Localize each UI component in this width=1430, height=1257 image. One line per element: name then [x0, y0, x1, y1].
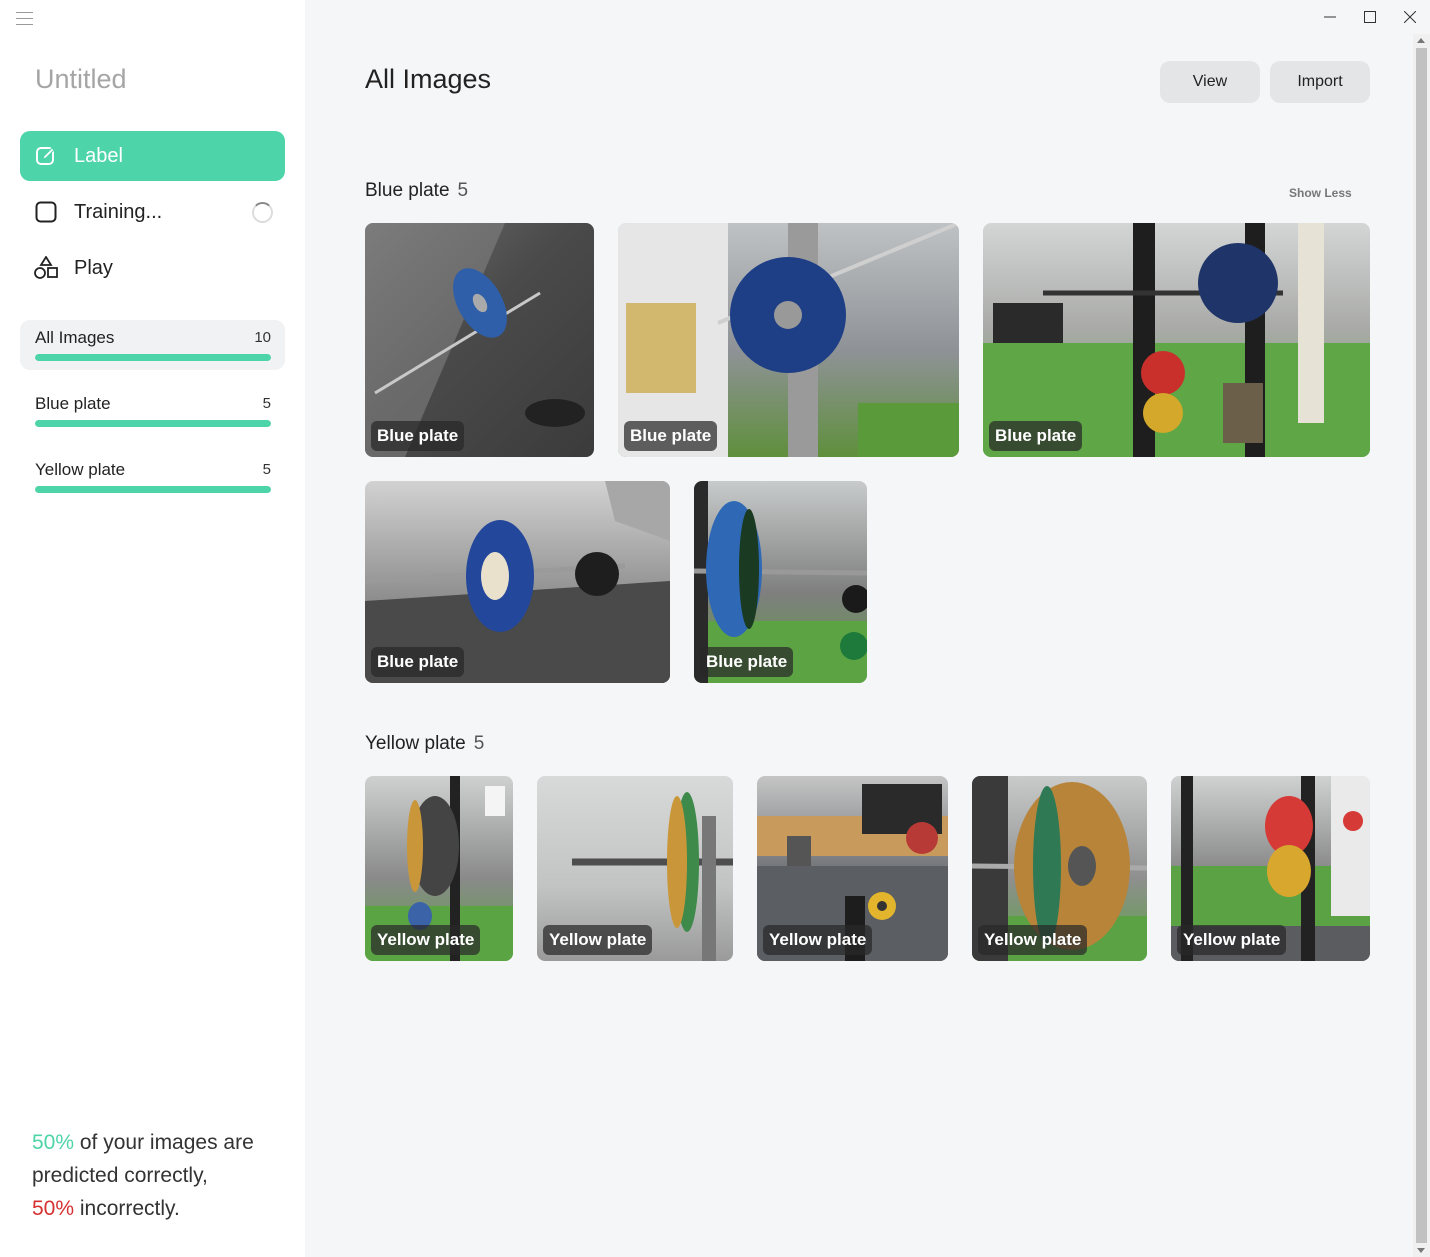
label-filter-name: Blue plate: [35, 394, 111, 413]
image-thumbnail[interactable]: Yellow plate: [365, 776, 513, 961]
label-filter-blue-plate[interactable]: Blue plate 5: [20, 386, 285, 436]
nav-label[interactable]: Label: [20, 131, 285, 181]
image-thumbnail[interactable]: Yellow plate: [1171, 776, 1370, 961]
main-content: All Images View Import Blue plate 5 Show …: [305, 0, 1430, 1257]
maximize-icon[interactable]: [1350, 0, 1390, 34]
label-filter-name: All Images: [35, 328, 115, 347]
nav-training-text: Training...: [74, 200, 163, 223]
section-title-blue-plate: Blue plate 5: [365, 180, 468, 202]
section-name: Yellow plate: [365, 733, 466, 754]
image-label-tag: Yellow plate: [978, 925, 1088, 955]
image-label-tag: Blue plate: [624, 421, 718, 451]
nav-training[interactable]: Training...: [20, 187, 285, 237]
sidebar: Untitled Label Training... Play All Imag…: [0, 0, 305, 1257]
label-filter-name: Yellow plate: [35, 460, 126, 479]
view-button[interactable]: View: [1160, 61, 1260, 103]
label-filter-count: 5: [262, 395, 271, 412]
hamburger-menu-icon[interactable]: [16, 12, 33, 26]
image-label-tag: Blue plate: [371, 421, 465, 451]
image-thumbnail[interactable]: Blue plate: [365, 223, 594, 457]
scrollbar-thumb[interactable]: [1416, 48, 1427, 1243]
correct-percentage: 50%: [32, 1131, 75, 1154]
image-thumbnail[interactable]: Yellow plate: [537, 776, 733, 961]
section-title-yellow-plate: Yellow plate 5: [365, 733, 484, 755]
prediction-stats: 50% of your images are predicted correct…: [32, 1126, 292, 1225]
label-filter-count: 5: [262, 461, 271, 478]
section-count: 5: [457, 180, 469, 201]
label-progress-bar: [35, 354, 271, 361]
image-thumbnail[interactable]: Blue plate: [983, 223, 1370, 457]
close-icon[interactable]: [1390, 0, 1430, 34]
image-label-tag: Yellow plate: [543, 925, 653, 955]
image-thumbnail[interactable]: Blue plate: [365, 481, 670, 683]
import-button[interactable]: Import: [1270, 61, 1370, 103]
label-filter-all-images[interactable]: All Images 10: [20, 320, 285, 370]
image-thumbnail[interactable]: Yellow plate: [757, 776, 948, 961]
nav-label-text: Label: [74, 144, 123, 167]
page-title: All Images: [365, 64, 492, 94]
image-label-tag: Yellow plate: [763, 925, 873, 955]
shapes-icon: [34, 256, 58, 280]
nav-play-text: Play: [74, 256, 113, 279]
incorrect-percentage: 50%: [32, 1197, 75, 1220]
image-label-tag: Blue plate: [989, 421, 1083, 451]
image-thumbnail[interactable]: Blue plate: [694, 481, 867, 683]
show-less-button[interactable]: Show Less: [1289, 186, 1352, 200]
minimize-icon[interactable]: [1310, 0, 1350, 34]
image-thumbnail[interactable]: Blue plate: [618, 223, 959, 457]
label-progress-bar: [35, 486, 271, 493]
label-filter-yellow-plate[interactable]: Yellow plate 5: [20, 452, 285, 502]
scroll-down-icon[interactable]: [1417, 1248, 1425, 1253]
section-name: Blue plate: [365, 180, 450, 201]
image-label-tag: Blue plate: [371, 647, 465, 677]
square-icon: [34, 200, 58, 224]
image-label-tag: Yellow plate: [371, 925, 481, 955]
window-controls: [1310, 0, 1430, 34]
section-count: 5: [473, 733, 485, 754]
nav-play[interactable]: Play: [20, 243, 285, 293]
image-thumbnail[interactable]: Yellow plate: [972, 776, 1147, 961]
project-title[interactable]: Untitled: [35, 64, 127, 95]
scroll-up-icon[interactable]: [1417, 38, 1425, 43]
image-label-tag: Yellow plate: [1177, 925, 1287, 955]
loading-spinner-icon: [252, 202, 273, 223]
label-filter-count: 10: [254, 329, 271, 346]
edit-icon: [34, 144, 58, 168]
label-progress-bar: [35, 420, 271, 427]
incorrect-text: incorrectly.: [74, 1197, 180, 1220]
vertical-scrollbar[interactable]: [1413, 34, 1430, 1257]
image-label-tag: Blue plate: [700, 647, 794, 677]
